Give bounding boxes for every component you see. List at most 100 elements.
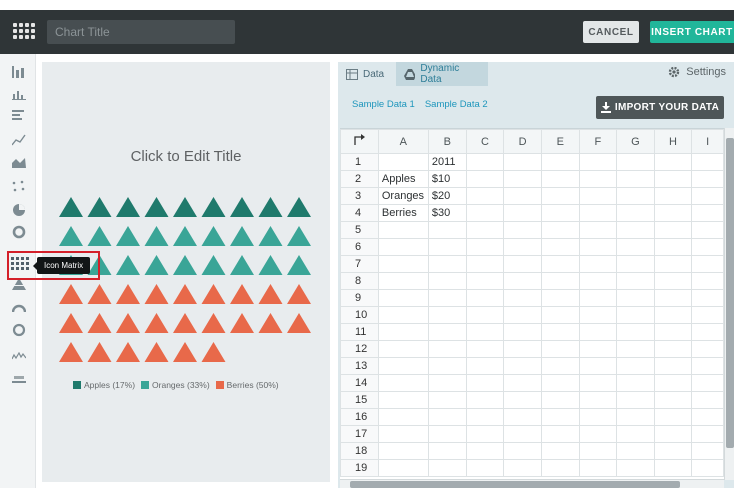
cell[interactable]: [427, 255, 467, 273]
cell[interactable]: [377, 425, 429, 443]
scatter-icon[interactable]: [8, 176, 30, 196]
cell[interactable]: [616, 357, 655, 375]
bar-chart-icon[interactable]: [8, 62, 30, 82]
pie-chart-icon[interactable]: [8, 200, 30, 220]
cell[interactable]: [616, 306, 655, 324]
cell[interactable]: [377, 442, 429, 460]
cell[interactable]: [503, 340, 542, 358]
cell[interactable]: [427, 357, 467, 375]
cell[interactable]: [653, 272, 693, 290]
row-number[interactable]: 11: [340, 323, 379, 341]
cell[interactable]: [465, 187, 505, 205]
cell[interactable]: [616, 340, 655, 358]
gauge-icon[interactable]: [8, 298, 30, 318]
cell[interactable]: $10: [427, 170, 467, 188]
cell[interactable]: [377, 357, 429, 375]
cell[interactable]: [653, 459, 693, 477]
cell[interactable]: [427, 289, 467, 307]
sample-data-2-link[interactable]: Sample Data 2: [425, 99, 488, 110]
cell[interactable]: [465, 306, 505, 324]
cell[interactable]: [503, 187, 542, 205]
cell[interactable]: [653, 425, 693, 443]
column-chart-icon[interactable]: [8, 84, 30, 104]
ring-icon[interactable]: [8, 320, 30, 340]
tab-data[interactable]: Data: [338, 62, 394, 86]
cell[interactable]: [653, 340, 693, 358]
cell[interactable]: [578, 204, 618, 222]
cell[interactable]: [691, 289, 724, 307]
donut-chart-icon[interactable]: [8, 222, 30, 242]
cell[interactable]: [540, 323, 580, 341]
cell[interactable]: [578, 391, 618, 409]
cell[interactable]: [653, 153, 693, 171]
cell[interactable]: [465, 153, 505, 171]
cell[interactable]: [427, 306, 467, 324]
cell[interactable]: [427, 323, 467, 341]
vertical-scrollbar[interactable]: [724, 128, 734, 480]
cell[interactable]: [691, 272, 724, 290]
cell[interactable]: [691, 442, 724, 460]
cell[interactable]: [465, 272, 505, 290]
preview-title[interactable]: Click to Edit Title: [42, 148, 330, 165]
cell[interactable]: [377, 238, 429, 256]
cell[interactable]: [578, 238, 618, 256]
import-data-button[interactable]: IMPORT YOUR DATA: [596, 96, 724, 119]
cell[interactable]: Apples: [377, 170, 429, 188]
cell[interactable]: [377, 289, 429, 307]
cell[interactable]: [578, 408, 618, 426]
cell[interactable]: [540, 204, 580, 222]
cell[interactable]: [691, 323, 724, 341]
cell[interactable]: [427, 459, 467, 477]
sparkline-icon[interactable]: [8, 346, 30, 366]
cell[interactable]: [427, 408, 467, 426]
cell[interactable]: [540, 391, 580, 409]
cell[interactable]: [616, 187, 655, 205]
column-header[interactable]: A: [377, 129, 429, 154]
cell[interactable]: [578, 323, 618, 341]
settings-link[interactable]: Settings: [668, 66, 726, 78]
cell[interactable]: [691, 357, 724, 375]
cell[interactable]: [578, 272, 618, 290]
cell[interactable]: [616, 289, 655, 307]
horizontal-scrollbar[interactable]: [340, 479, 724, 488]
cell[interactable]: [653, 408, 693, 426]
cell[interactable]: [653, 221, 693, 239]
cell[interactable]: [503, 391, 542, 409]
cell[interactable]: [503, 374, 542, 392]
row-number[interactable]: 18: [340, 442, 379, 460]
cell[interactable]: [578, 374, 618, 392]
cell[interactable]: [691, 459, 724, 477]
row-number[interactable]: 3: [340, 187, 379, 205]
cell[interactable]: [691, 374, 724, 392]
cell[interactable]: [578, 340, 618, 358]
cell[interactable]: [540, 442, 580, 460]
cell[interactable]: [578, 289, 618, 307]
cell[interactable]: [691, 153, 724, 171]
cell[interactable]: [465, 340, 505, 358]
cell[interactable]: [691, 255, 724, 273]
row-number[interactable]: 16: [340, 408, 379, 426]
cell[interactable]: [427, 340, 467, 358]
cell[interactable]: [465, 391, 505, 409]
cell[interactable]: [540, 408, 580, 426]
cell[interactable]: [465, 323, 505, 341]
cell[interactable]: [540, 425, 580, 443]
cell[interactable]: [653, 442, 693, 460]
row-number[interactable]: 19: [340, 459, 379, 477]
cell[interactable]: [427, 374, 467, 392]
cell[interactable]: [691, 306, 724, 324]
cell[interactable]: [465, 289, 505, 307]
cell[interactable]: [653, 187, 693, 205]
cell[interactable]: [377, 153, 429, 171]
cell[interactable]: [540, 170, 580, 188]
column-header[interactable]: B: [427, 129, 467, 154]
cell[interactable]: [427, 221, 467, 239]
column-header[interactable]: E: [540, 129, 580, 154]
cell[interactable]: [503, 289, 542, 307]
row-number[interactable]: 12: [340, 340, 379, 358]
row-number[interactable]: 5: [340, 221, 379, 239]
cell[interactable]: [653, 323, 693, 341]
cell[interactable]: [377, 221, 429, 239]
cell[interactable]: [465, 425, 505, 443]
cell[interactable]: [540, 272, 580, 290]
